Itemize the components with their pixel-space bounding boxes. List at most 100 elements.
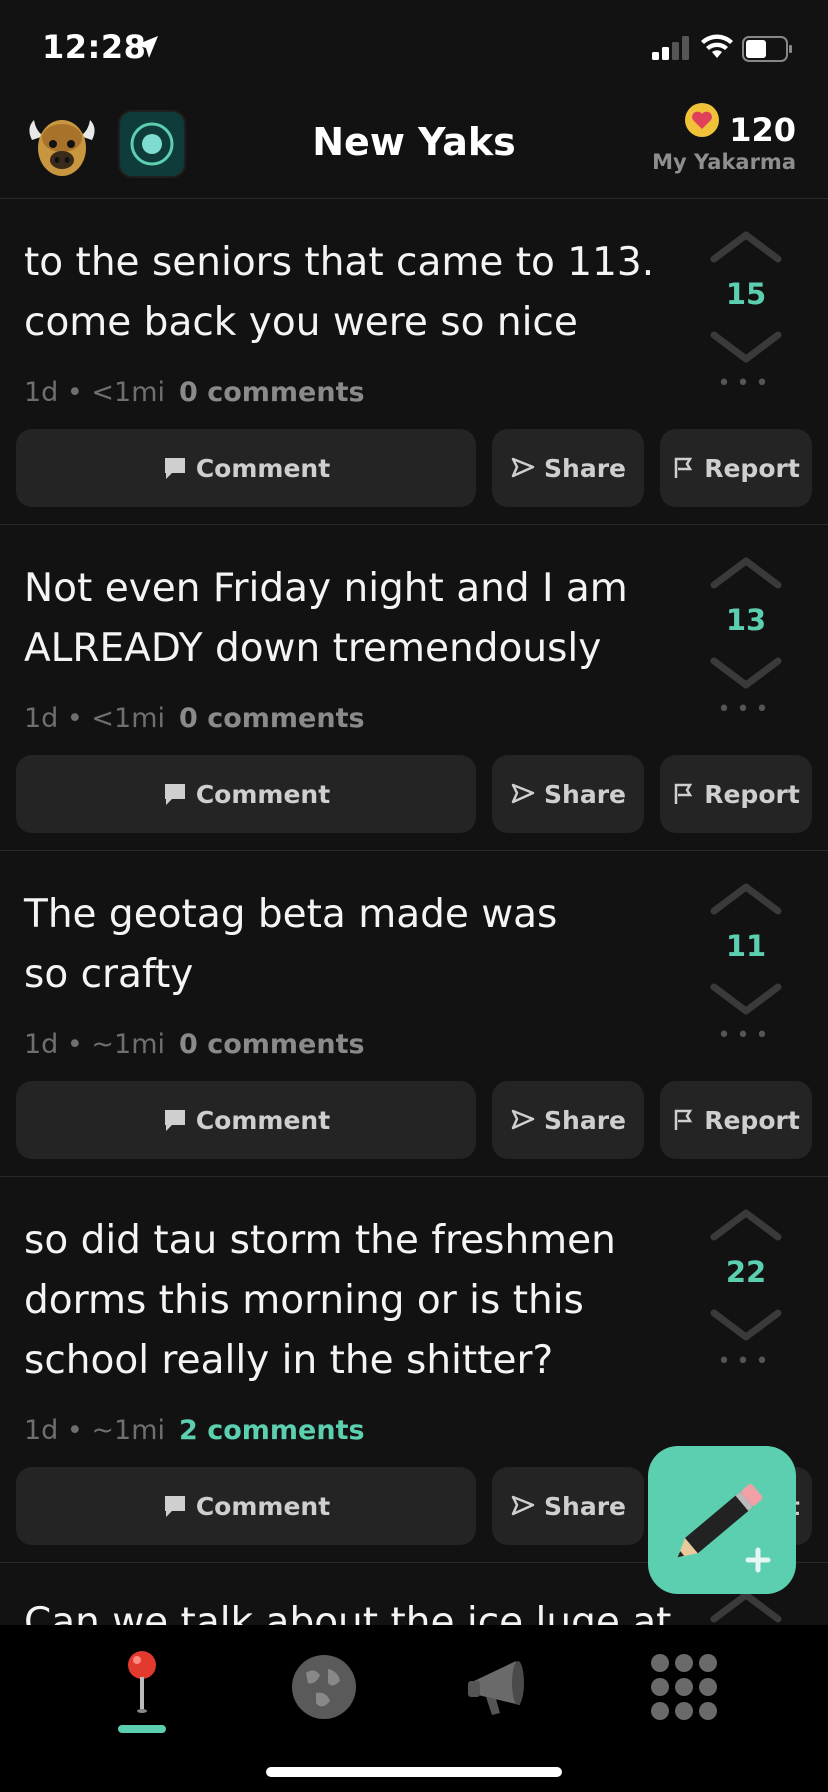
- tab-bar: [0, 1625, 828, 1792]
- downvote-icon[interactable]: [708, 979, 784, 1019]
- more-options-icon[interactable]: •••: [690, 1023, 802, 1048]
- compose-button[interactable]: [648, 1446, 796, 1594]
- report-button[interactable]: Report: [660, 429, 812, 507]
- post-text-line: dorms this morning or is this: [24, 1278, 584, 1323]
- post-age: 1d: [24, 377, 59, 408]
- upvote-icon[interactable]: [708, 1205, 784, 1245]
- more-options-icon[interactable]: •••: [690, 697, 802, 722]
- report-button-label: Report: [704, 453, 800, 483]
- report-button[interactable]: Report: [660, 1081, 812, 1159]
- post-text-line: The geotag beta made was: [24, 892, 558, 937]
- post-text[interactable]: Can we talk about the ice luge at: [24, 1593, 684, 1625]
- post-card: to the seniors that came to 113. come ba…: [0, 199, 828, 525]
- vote-widget: 11 •••: [690, 879, 802, 1048]
- yakarma-value: 120: [729, 111, 796, 149]
- comment-icon: [164, 1496, 185, 1517]
- downvote-icon[interactable]: [708, 653, 784, 693]
- vote-widget: 13 •••: [690, 553, 802, 722]
- post-age: 1d: [24, 1029, 59, 1060]
- comment-button-label: Comment: [195, 453, 331, 483]
- post-text[interactable]: so did tau storm the freshmen dorms this…: [24, 1211, 684, 1391]
- comment-icon: [164, 458, 185, 479]
- post-text[interactable]: Not even Friday night and I am ALREADY d…: [24, 559, 684, 679]
- post-text-line: to the seniors that came to 113.: [24, 240, 655, 285]
- flag-icon: [674, 457, 693, 478]
- status-bar: 12:28: [0, 0, 828, 100]
- yakarma-label: My Yakarma: [652, 150, 796, 174]
- comment-button-label: Comment: [195, 779, 331, 809]
- comments-link[interactable]: 0 comments: [179, 703, 365, 734]
- more-options-icon[interactable]: •••: [690, 371, 802, 396]
- comment-icon: [164, 784, 185, 805]
- post-text-line: Not even Friday night and I am: [24, 566, 628, 611]
- vote-widget: 22 •••: [690, 1205, 802, 1374]
- share-icon: [511, 1495, 535, 1516]
- post-actions: Comment Share Report: [16, 755, 812, 833]
- share-button-label: Share: [544, 1491, 626, 1521]
- post-meta: 1d • <1mi 0 comments: [24, 377, 365, 408]
- share-button[interactable]: Share: [492, 1081, 644, 1159]
- yakarma-score[interactable]: 120 My Yakarma: [652, 112, 796, 174]
- grid-icon[interactable]: [636, 1639, 732, 1735]
- vote-count: 11: [725, 929, 767, 963]
- downvote-icon[interactable]: [708, 1305, 784, 1345]
- post-text-line: Can we talk about the ice luge at: [24, 1600, 672, 1625]
- location-arrow-icon: [136, 36, 158, 58]
- downvote-icon[interactable]: [708, 327, 784, 367]
- report-button[interactable]: Report: [660, 755, 812, 833]
- post-text[interactable]: The geotag beta made was so crafty: [24, 885, 684, 1005]
- flag-icon: [674, 783, 693, 804]
- post-distance: ~1mi: [91, 1029, 166, 1060]
- comment-button[interactable]: Comment: [16, 1081, 476, 1159]
- comment-button-label: Comment: [195, 1105, 331, 1135]
- post-age: 1d: [24, 703, 59, 734]
- header: New Yaks 120 My Yakarma: [0, 100, 828, 199]
- pencil-plus-icon: [677, 1483, 771, 1573]
- comments-link[interactable]: 0 comments: [179, 377, 365, 408]
- post-card: The geotag beta made was so crafty 11 ••…: [0, 851, 828, 1177]
- vote-count: 22: [725, 1255, 767, 1289]
- megaphone-icon[interactable]: [456, 1639, 552, 1735]
- globe-icon[interactable]: [276, 1639, 372, 1735]
- upvote-icon[interactable]: [708, 879, 784, 919]
- share-button-label: Share: [544, 779, 626, 809]
- share-button[interactable]: Share: [492, 1467, 644, 1545]
- vote-count: 13: [725, 603, 767, 637]
- post-actions: Comment Share Report: [16, 1081, 812, 1159]
- home-indicator[interactable]: [266, 1767, 562, 1777]
- post-text-line: ALREADY down tremendously: [24, 626, 602, 671]
- report-button-label: Report: [704, 1105, 800, 1135]
- upvote-icon[interactable]: [708, 553, 784, 593]
- more-options-icon[interactable]: •••: [690, 1349, 802, 1374]
- post-meta: 1d • ~1mi 0 comments: [24, 1029, 365, 1060]
- comment-button[interactable]: Comment: [16, 1467, 476, 1545]
- vote-widget: [690, 1591, 802, 1625]
- vote-count: 15: [725, 277, 767, 311]
- comment-button[interactable]: Comment: [16, 429, 476, 507]
- share-button[interactable]: Share: [492, 429, 644, 507]
- post-age: 1d: [24, 1415, 59, 1446]
- post-text-line: so did tau storm the freshmen: [24, 1218, 616, 1263]
- vote-widget: 15 •••: [690, 227, 802, 396]
- active-tab-indicator: [118, 1725, 166, 1733]
- yak-feed[interactable]: to the seniors that came to 113. come ba…: [0, 199, 828, 1625]
- comments-link[interactable]: 0 comments: [179, 1029, 365, 1060]
- post-meta: 1d • <1mi 0 comments: [24, 703, 365, 734]
- share-icon: [511, 783, 535, 804]
- post-meta: 1d • ~1mi 2 comments: [24, 1415, 365, 1446]
- post-text-line: come back you were so nice: [24, 300, 578, 345]
- share-button-label: Share: [544, 453, 626, 483]
- wifi-icon: [701, 34, 733, 58]
- share-button[interactable]: Share: [492, 755, 644, 833]
- comments-link[interactable]: 2 comments: [179, 1415, 365, 1446]
- share-icon: [511, 457, 535, 478]
- battery-icon: [742, 36, 792, 62]
- share-button-label: Share: [544, 1105, 626, 1135]
- upvote-icon[interactable]: [708, 227, 784, 267]
- pin-icon[interactable]: [94, 1639, 190, 1735]
- share-icon: [511, 1109, 535, 1130]
- post-text[interactable]: to the seniors that came to 113. come ba…: [24, 233, 684, 353]
- comment-button[interactable]: Comment: [16, 755, 476, 833]
- cellular-signal-icon: [652, 36, 689, 60]
- comment-button-label: Comment: [195, 1491, 331, 1521]
